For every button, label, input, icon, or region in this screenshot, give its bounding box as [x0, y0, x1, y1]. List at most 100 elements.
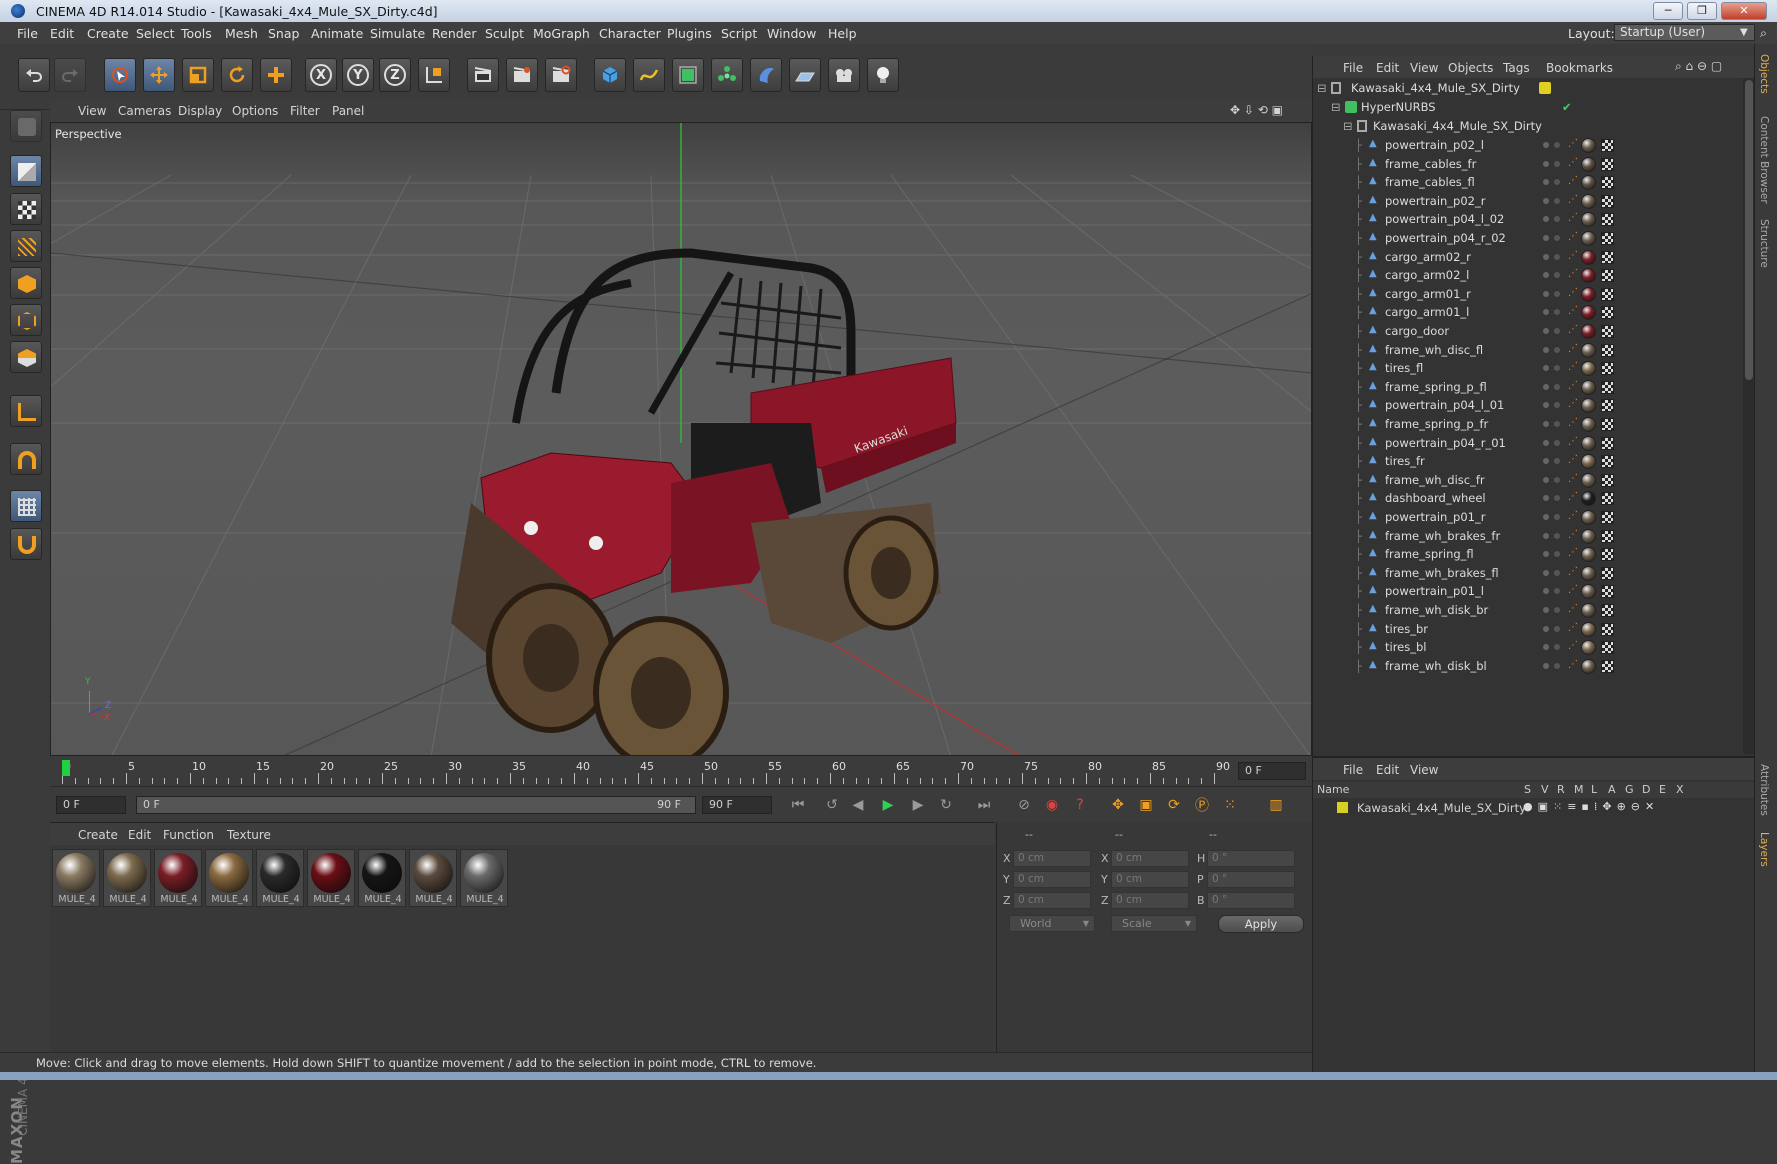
- layer-flags-icon[interactable]: ●▣⁙≡▪⁞✥⊕⊖✕: [1523, 800, 1659, 813]
- material-tag-icon[interactable]: [1581, 565, 1596, 581]
- phong-tag-icon[interactable]: ⋰: [1568, 491, 1578, 502]
- phong-tag-icon[interactable]: ⋰: [1568, 343, 1578, 354]
- render-visibility-icon[interactable]: [1554, 216, 1560, 223]
- obj-menu-file[interactable]: File: [1343, 61, 1363, 75]
- obj-menu-objects[interactable]: Objects: [1448, 61, 1493, 75]
- step-forward-icon[interactable]: ▶: [906, 794, 930, 816]
- material-tag-icon[interactable]: [1581, 231, 1596, 246]
- add-icon[interactable]: [260, 58, 292, 92]
- tab-structure[interactable]: Structure: [1758, 219, 1770, 268]
- material-tag-icon[interactable]: [1581, 249, 1596, 265]
- menu-help[interactable]: Help: [828, 26, 857, 41]
- snap-grid-icon[interactable]: [10, 490, 42, 522]
- menu-render[interactable]: Render: [432, 26, 477, 41]
- vp-menu-display[interactable]: Display: [178, 104, 222, 118]
- phong-tag-icon[interactable]: ⋰: [1568, 417, 1578, 428]
- material-tag-icon[interactable]: [1581, 435, 1596, 451]
- undo-icon[interactable]: [18, 58, 50, 92]
- tab-layers[interactable]: Layers: [1758, 832, 1770, 867]
- tree-row-hypernurbs[interactable]: ⊟ HyperNURBS ✔: [1313, 97, 1743, 118]
- edit-render-settings-icon[interactable]: [545, 58, 577, 92]
- snap-magnet-icon[interactable]: [10, 528, 42, 560]
- tab-content-browser[interactable]: Content Browser: [1758, 116, 1770, 204]
- record-keys-icon[interactable]: ⊘: [1012, 794, 1036, 816]
- axis-mode-icon[interactable]: [10, 395, 42, 427]
- vp-menu-options[interactable]: Options: [232, 104, 278, 118]
- render-picture-viewer-icon[interactable]: [506, 58, 538, 92]
- texture-mode-icon[interactable]: [10, 193, 42, 225]
- material-item[interactable]: MULE_4: [460, 849, 508, 907]
- play-icon[interactable]: ▶: [876, 794, 900, 816]
- phong-tag-icon[interactable]: ⋰: [1568, 157, 1578, 168]
- render-visibility-icon[interactable]: [1554, 309, 1560, 316]
- render-visibility-icon[interactable]: [1554, 142, 1560, 148]
- material-tag-icon[interactable]: [1581, 528, 1596, 544]
- collapse-icon[interactable]: ⊟: [1317, 81, 1327, 95]
- uvw-tag-icon[interactable]: [1601, 659, 1614, 673]
- vp-menu-filter[interactable]: Filter: [290, 104, 320, 118]
- menu-window[interactable]: Window: [767, 26, 816, 41]
- z-axis-icon[interactable]: Z: [379, 58, 411, 92]
- menu-file[interactable]: File: [17, 26, 38, 41]
- phong-tag-icon[interactable]: ⋰: [1568, 175, 1578, 186]
- edges-mode-icon[interactable]: [10, 304, 42, 336]
- coord-mode-scale-select[interactable]: Scale ▼: [1111, 915, 1197, 932]
- editor-visibility-icon[interactable]: [1543, 458, 1549, 465]
- editor-visibility-icon[interactable]: [1543, 607, 1549, 613]
- editor-visibility-icon[interactable]: [1543, 346, 1549, 353]
- render-visibility-icon[interactable]: [1554, 290, 1560, 297]
- render-visibility-icon[interactable]: [1554, 625, 1560, 632]
- close-button[interactable]: ✕: [1721, 2, 1767, 20]
- uvw-tag-icon[interactable]: [1601, 511, 1614, 524]
- editor-visibility-icon[interactable]: [1543, 235, 1549, 241]
- material-tag-icon[interactable]: [1581, 472, 1596, 488]
- layer-column-a[interactable]: A: [1608, 783, 1616, 796]
- points-mode-icon[interactable]: [10, 267, 42, 299]
- coord-pos-2[interactable]: 0 cm: [1013, 892, 1091, 909]
- tree-row[interactable]: ├ ▲ frame_wh_disk_bl ⋰: [1313, 656, 1743, 677]
- render-visibility-icon[interactable]: [1554, 439, 1560, 446]
- menu-edit[interactable]: Edit: [50, 26, 74, 41]
- workplane-icon[interactable]: [10, 230, 42, 262]
- loop-forward-icon[interactable]: ↻: [934, 794, 958, 816]
- phong-tag-icon[interactable]: ⋰: [1568, 640, 1578, 651]
- coord-rot-0[interactable]: 0 °: [1207, 850, 1295, 867]
- camera-icon[interactable]: [828, 58, 860, 92]
- phong-tag-icon[interactable]: ⋰: [1568, 529, 1578, 540]
- phong-tag-icon[interactable]: ⋰: [1568, 361, 1578, 372]
- menu-snap[interactable]: Snap: [268, 26, 299, 41]
- layer-column-d[interactable]: D: [1642, 783, 1650, 796]
- material-tag-icon[interactable]: [1581, 584, 1596, 600]
- timeline-ruler[interactable]: 051015202530354045505560657075808590 0 F: [50, 756, 1312, 786]
- phong-tag-icon[interactable]: ⋰: [1568, 436, 1578, 447]
- uvw-tag-icon[interactable]: [1601, 213, 1614, 227]
- material-tag-icon[interactable]: [1581, 621, 1596, 637]
- editor-visibility-icon[interactable]: [1543, 569, 1549, 576]
- go-to-end-icon[interactable]: ⏭: [972, 794, 996, 816]
- material-tag-icon[interactable]: [1581, 510, 1596, 525]
- editor-visibility-icon[interactable]: [1543, 160, 1549, 167]
- uvw-tag-icon[interactable]: [1601, 306, 1614, 320]
- editor-visibility-icon[interactable]: [1543, 216, 1549, 223]
- phong-tag-icon[interactable]: ⋰: [1568, 138, 1578, 149]
- uvw-tag-icon[interactable]: [1601, 455, 1614, 469]
- uvw-tag-icon[interactable]: [1601, 548, 1614, 562]
- phong-tag-icon[interactable]: ⋰: [1568, 566, 1578, 577]
- phong-tag-icon[interactable]: ⋰: [1568, 250, 1578, 261]
- uvw-tag-icon[interactable]: [1601, 399, 1614, 413]
- editor-visibility-icon[interactable]: [1543, 495, 1549, 502]
- material-tag-icon[interactable]: [1581, 268, 1596, 284]
- editor-visibility-icon[interactable]: [1543, 309, 1549, 316]
- material-tag-icon[interactable]: [1581, 640, 1596, 656]
- material-item[interactable]: MULE_4: [205, 849, 253, 907]
- menu-mograph[interactable]: MoGraph: [533, 26, 590, 41]
- phong-tag-icon[interactable]: ⋰: [1568, 380, 1578, 391]
- rotate-icon[interactable]: [221, 58, 253, 92]
- material-item[interactable]: MULE_4: [307, 849, 355, 907]
- uvw-tag-icon[interactable]: [1601, 176, 1614, 190]
- material-item[interactable]: MULE_4: [52, 849, 100, 907]
- material-tag-icon[interactable]: [1581, 324, 1596, 339]
- render-visibility-icon[interactable]: [1554, 495, 1560, 502]
- start-frame-field[interactable]: 0 F: [56, 796, 126, 814]
- layer-column-v[interactable]: V: [1541, 783, 1549, 796]
